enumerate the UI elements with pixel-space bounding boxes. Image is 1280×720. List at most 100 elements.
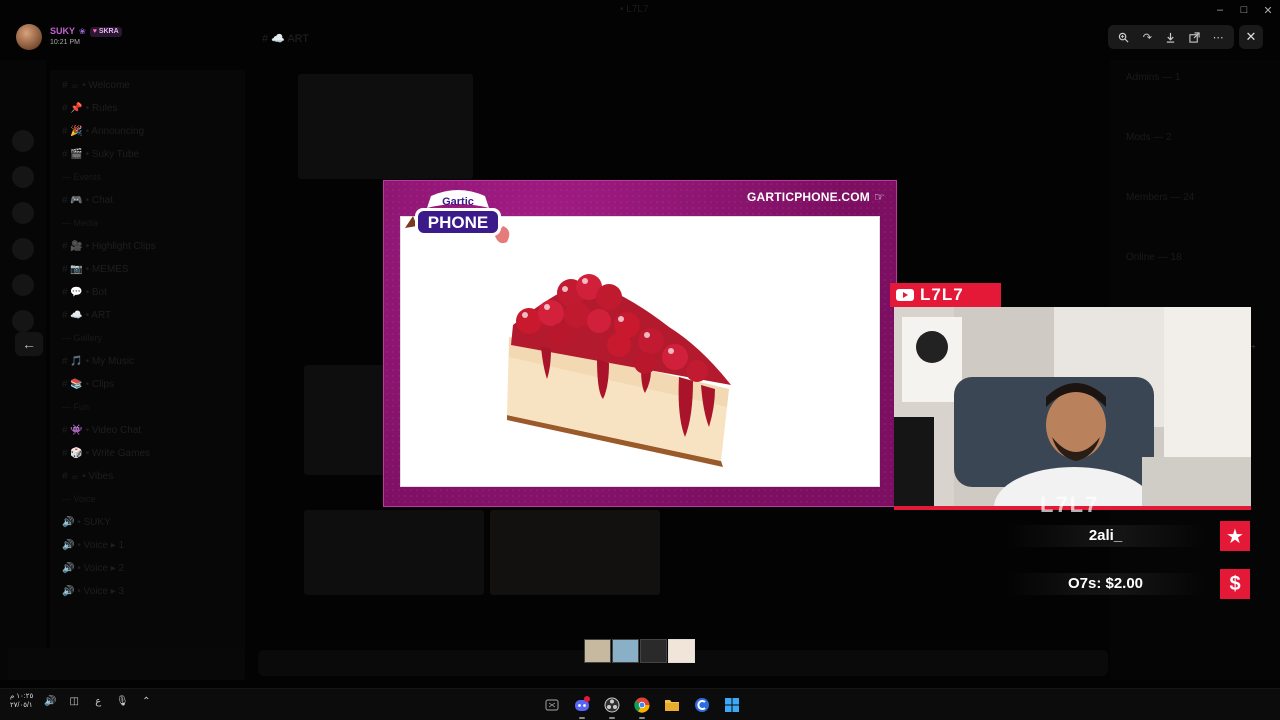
message-image[interactable] xyxy=(304,510,484,595)
ccleaner-icon[interactable] xyxy=(690,693,714,717)
image-thumbnails xyxy=(584,639,695,663)
channel-item[interactable]: 🔊 • Voice ▸ 3 xyxy=(62,586,124,597)
cherry-cheesecake-drawing xyxy=(507,274,731,467)
channel-item[interactable]: # 🎥 • Highlight Clips xyxy=(62,241,156,252)
dollar-icon: $ xyxy=(1220,569,1250,599)
server-icon[interactable] xyxy=(12,238,34,260)
donation-text: O7s: $2.00 xyxy=(1005,573,1206,595)
author-name[interactable]: SUKY xyxy=(50,26,75,37)
microphone-icon[interactable]: 🎙 xyxy=(115,696,129,707)
channel-item[interactable]: 🔊 • Voice ▸ 2 xyxy=(62,563,124,574)
windows-icon[interactable] xyxy=(720,693,744,717)
server-list xyxy=(12,130,36,346)
close-icon[interactable]: ✕ xyxy=(1239,25,1263,49)
taskbar-clock[interactable]: ١٠:٢٥ م ٢٧/٠٥/١ xyxy=(10,693,33,711)
thumbnail[interactable] xyxy=(612,639,639,663)
server-icon[interactable] xyxy=(12,166,34,188)
member-group-header: Mods — 2 xyxy=(1126,132,1172,143)
download-icon[interactable] xyxy=(1161,27,1181,47)
zoom-icon[interactable] xyxy=(1114,27,1134,47)
channel-item[interactable]: # ☕ • Vibes xyxy=(62,471,113,482)
member-group-header: Members — 24 xyxy=(1126,192,1195,203)
channel-item[interactable]: # 📌 • Rules xyxy=(62,103,117,114)
window-title: • L7L7 xyxy=(620,4,649,15)
channel-item[interactable]: # ☁️ • ART xyxy=(62,310,111,321)
channel-item[interactable]: # 🎮 • Chat xyxy=(62,195,113,206)
discord-icon[interactable] xyxy=(570,693,594,719)
flower-icon: ❀ xyxy=(79,26,86,36)
message-image[interactable] xyxy=(490,510,660,595)
taskbar-apps xyxy=(540,693,744,719)
image-author: SUKY ❀ ♥ SKRA 10:21 PM xyxy=(16,24,122,50)
open-external-icon[interactable] xyxy=(1185,27,1205,47)
network-icon[interactable]: ◫ xyxy=(67,696,81,707)
follower-alert: 2ali_ ★ xyxy=(1005,521,1250,551)
webcam-channel-name: L7L7 xyxy=(920,285,964,304)
message-image[interactable] xyxy=(298,74,473,179)
logo-bottom-text: PHONE xyxy=(428,213,488,232)
channel-item[interactable]: 🔊 • Voice ▸ 1 xyxy=(62,540,124,551)
clock-time: ١٠:٢٥ م xyxy=(10,693,34,700)
folder-icon[interactable] xyxy=(660,693,684,717)
chevron-up-icon[interactable]: ⌃ xyxy=(139,696,153,707)
thumbnail[interactable] xyxy=(640,639,667,663)
channel-item[interactable]: # 👾 • Video Chat xyxy=(62,425,141,436)
user-panel xyxy=(8,648,244,680)
channel-list: # ☕ • Welcome # 📌 • Rules # 🎉 • Announcing… xyxy=(50,70,245,680)
volume-icon[interactable]: 🔊 xyxy=(43,696,57,707)
youtube-icon xyxy=(896,289,914,301)
server-icon[interactable] xyxy=(12,274,34,296)
post-time: 10:21 PM xyxy=(50,39,80,47)
chrome-icon[interactable] xyxy=(630,693,654,719)
more-icon[interactable]: ⋯ xyxy=(1208,27,1228,47)
channel-header: # ☁️ ART xyxy=(250,28,1110,50)
member-group-header: Admins — 1 xyxy=(1126,72,1181,83)
drawing-canvas xyxy=(400,216,880,487)
follower-name: 2ali_ xyxy=(1005,525,1206,547)
channel-category[interactable]: — Media xyxy=(62,218,98,228)
channel-category[interactable]: — Voice xyxy=(62,494,96,504)
close-icon[interactable]: ✕ xyxy=(1256,0,1280,20)
server-icon[interactable] xyxy=(12,310,34,332)
channel-category[interactable]: — Fun xyxy=(62,402,89,412)
channel-item[interactable]: # 🎲 • Write Games xyxy=(62,448,150,459)
logo-top-text: Gartic xyxy=(442,196,474,208)
minimize-icon[interactable]: – xyxy=(1208,0,1232,20)
thumbnail-active[interactable] xyxy=(668,639,695,663)
thumbnail[interactable] xyxy=(584,639,611,663)
gartic-url: GARTICPHONE.COM ☞ xyxy=(747,190,885,204)
maximize-icon[interactable]: □ xyxy=(1232,0,1256,20)
channel-item[interactable]: # 💬 • Bot xyxy=(62,287,107,298)
server-tag[interactable]: ♥ SKRA xyxy=(89,27,122,37)
gartic-phone-logo: Gartic PHONE xyxy=(403,186,513,250)
channel-category[interactable]: — Events xyxy=(62,172,101,182)
obs-icon[interactable] xyxy=(600,693,624,719)
channel-item[interactable]: # ☕ • Welcome xyxy=(62,80,130,91)
webcam-watermark: L7L7 xyxy=(1040,492,1100,517)
donation-alert: O7s: $2.00 $ xyxy=(1005,569,1250,599)
heart-icon: ♥ xyxy=(92,28,97,36)
xbox-icon[interactable] xyxy=(540,693,564,717)
avatar[interactable] xyxy=(16,24,42,50)
channel-item[interactable]: # 📷 • MEMES xyxy=(62,264,129,275)
channel-item[interactable]: 🔊 • SUKY xyxy=(62,517,111,528)
channel-item[interactable]: # 🎵 • My Music xyxy=(62,356,134,367)
webcam-feed xyxy=(894,307,1251,510)
screen: # ☕ • Welcome # 📌 • Rules # 🎉 • Announcing… xyxy=(0,0,1280,720)
member-group-header: Online — 18 xyxy=(1126,252,1182,263)
webcam-channel-tag: L7L7 xyxy=(890,283,1001,307)
channel-item[interactable]: # 📚 • Clips xyxy=(62,379,114,390)
server-icon[interactable] xyxy=(12,202,34,224)
channel-item[interactable]: # 🎉 • Announcing xyxy=(62,126,144,137)
server-icon[interactable] xyxy=(12,130,34,152)
server-sidebar xyxy=(0,60,46,680)
channel-category[interactable]: — Gallery xyxy=(62,333,102,343)
server-tag-label: SKRA xyxy=(98,28,119,36)
window-controls: – □ ✕ xyxy=(1208,0,1280,20)
forward-icon[interactable]: ↷ xyxy=(1137,27,1157,47)
channel-item[interactable]: # 🎬 • Suky Tube xyxy=(62,149,139,160)
language-indicator[interactable]: ع xyxy=(91,696,105,707)
cursor-hand-icon: ☞ xyxy=(874,190,885,204)
image-viewer-toolbar: ↷ ⋯ xyxy=(1108,25,1234,49)
arrow-left-icon[interactable]: ← xyxy=(15,332,43,356)
